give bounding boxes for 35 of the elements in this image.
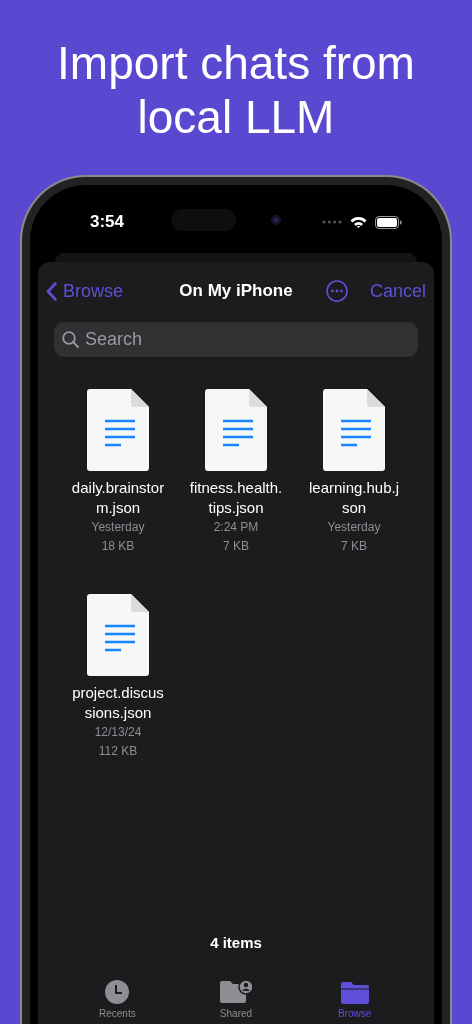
signal-icon	[322, 220, 342, 224]
file-size: 18 KB	[101, 538, 135, 555]
back-button[interactable]: Browse	[46, 280, 166, 302]
item-count: 4 items	[210, 933, 262, 953]
folder-icon	[340, 982, 369, 1004]
document-icon[interactable]	[87, 389, 149, 471]
file-name: fitness.health. tips.json	[189, 478, 283, 518]
clock-icon	[105, 980, 130, 1004]
file-size: 112 KB	[98, 743, 138, 760]
tab-item[interactable]: Shared	[196, 977, 276, 1019]
wifi-icon	[350, 216, 367, 228]
file-size: 7 KB	[223, 538, 249, 555]
chevron-icon	[46, 281, 57, 301]
file-name: project.discus sions.json	[72, 683, 164, 723]
file-date: 12/13/24	[94, 724, 142, 741]
headline: Import chats from local LLM	[56, 36, 416, 144]
document-icon[interactable]	[87, 594, 149, 676]
tab-item[interactable]: Recents	[77, 977, 158, 1019]
document-icon[interactable]	[323, 389, 385, 471]
file-date: Yesterday	[91, 519, 145, 536]
document-icon[interactable]	[205, 389, 267, 471]
screen-title: On My iPhone	[178, 281, 294, 301]
file-name: daily.brainstor m.json	[71, 478, 165, 518]
file-date: Yesterday	[327, 519, 381, 536]
file-date: 2:24 PM	[213, 519, 259, 536]
battery-icon	[375, 215, 402, 229]
tab-item[interactable]: Browse	[314, 977, 395, 1019]
file-name: learning.hub.j son	[308, 478, 400, 518]
search-field[interactable]: Search	[54, 322, 418, 357]
more-icon[interactable]	[325, 280, 348, 302]
status-time: 3:54	[90, 211, 126, 233]
file-size: 7 KB	[341, 538, 367, 555]
cancel-button[interactable]: Cancel	[369, 280, 426, 302]
camera-icon	[271, 215, 281, 225]
shared-folder-icon	[220, 980, 252, 1004]
